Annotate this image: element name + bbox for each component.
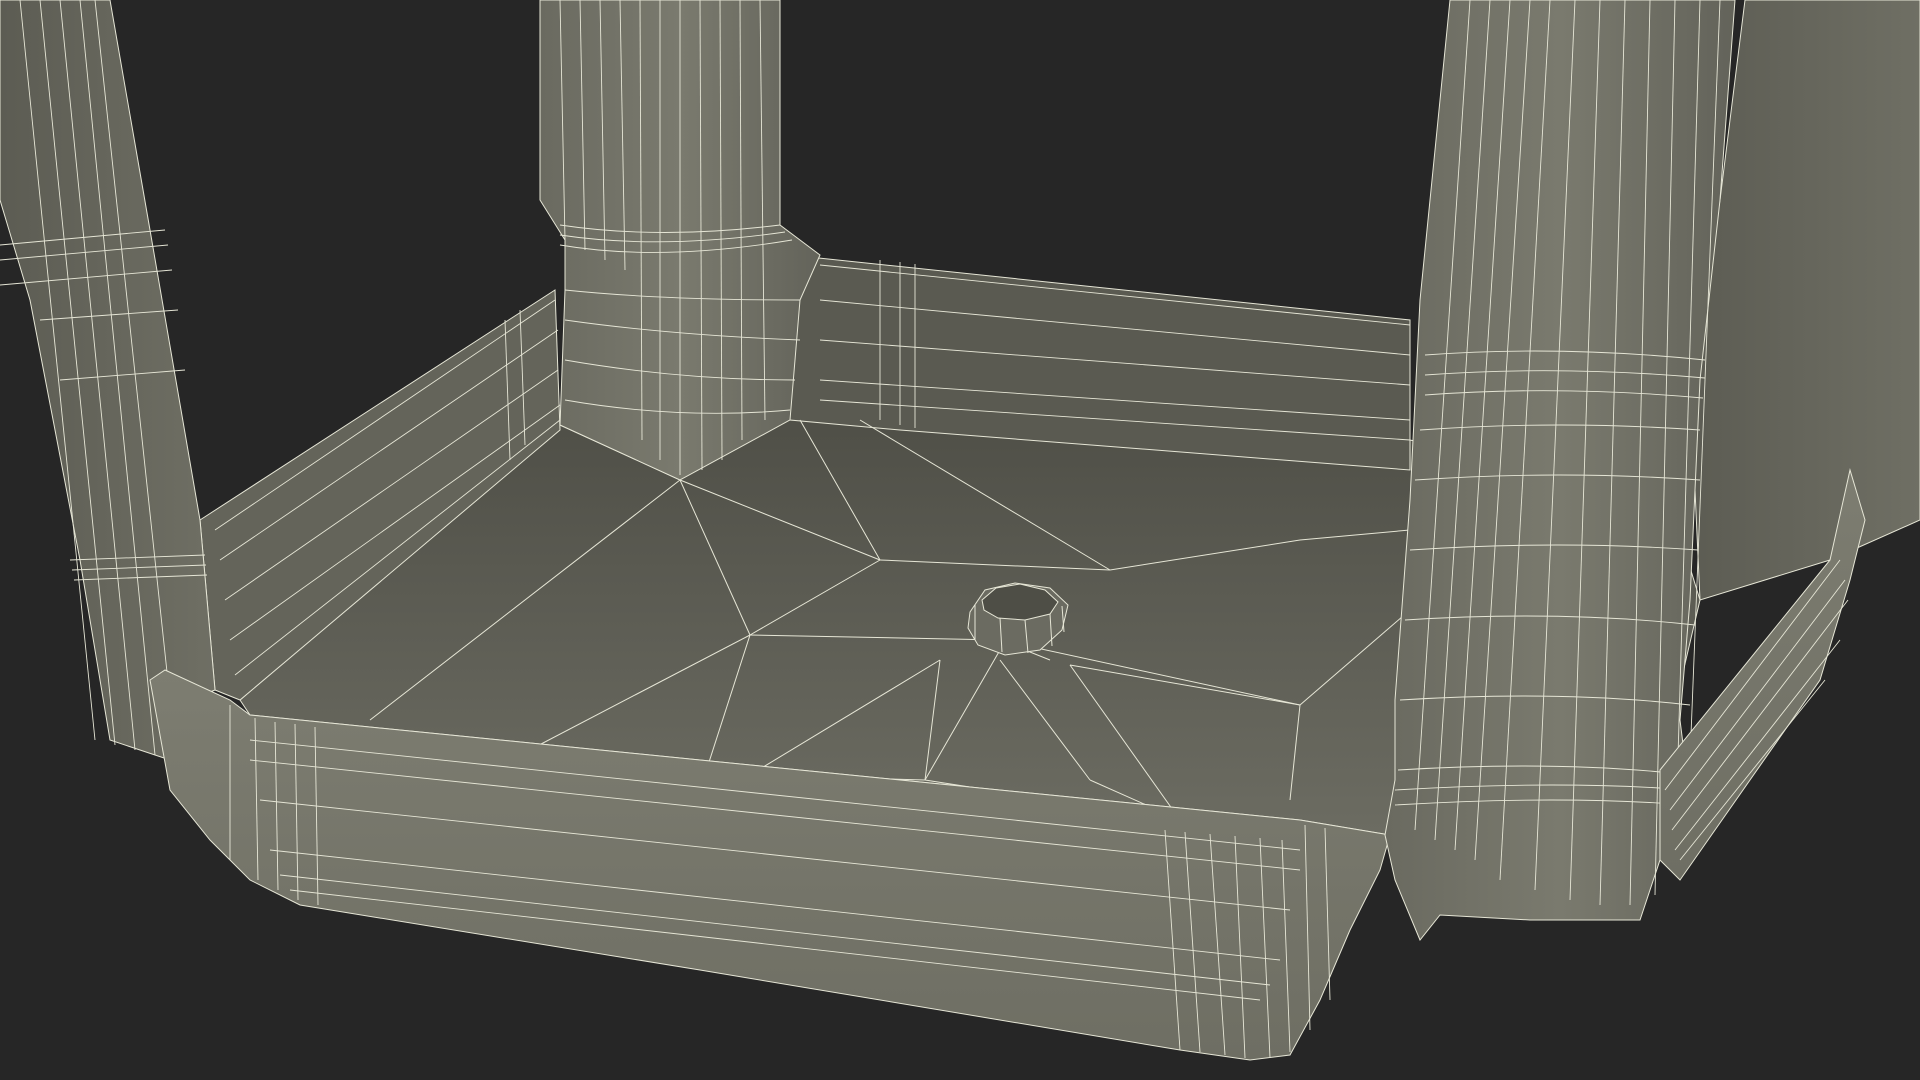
back-center-leg [539,0,821,481]
render-viewport [0,0,1920,1080]
wireframe-render [0,0,1920,1080]
